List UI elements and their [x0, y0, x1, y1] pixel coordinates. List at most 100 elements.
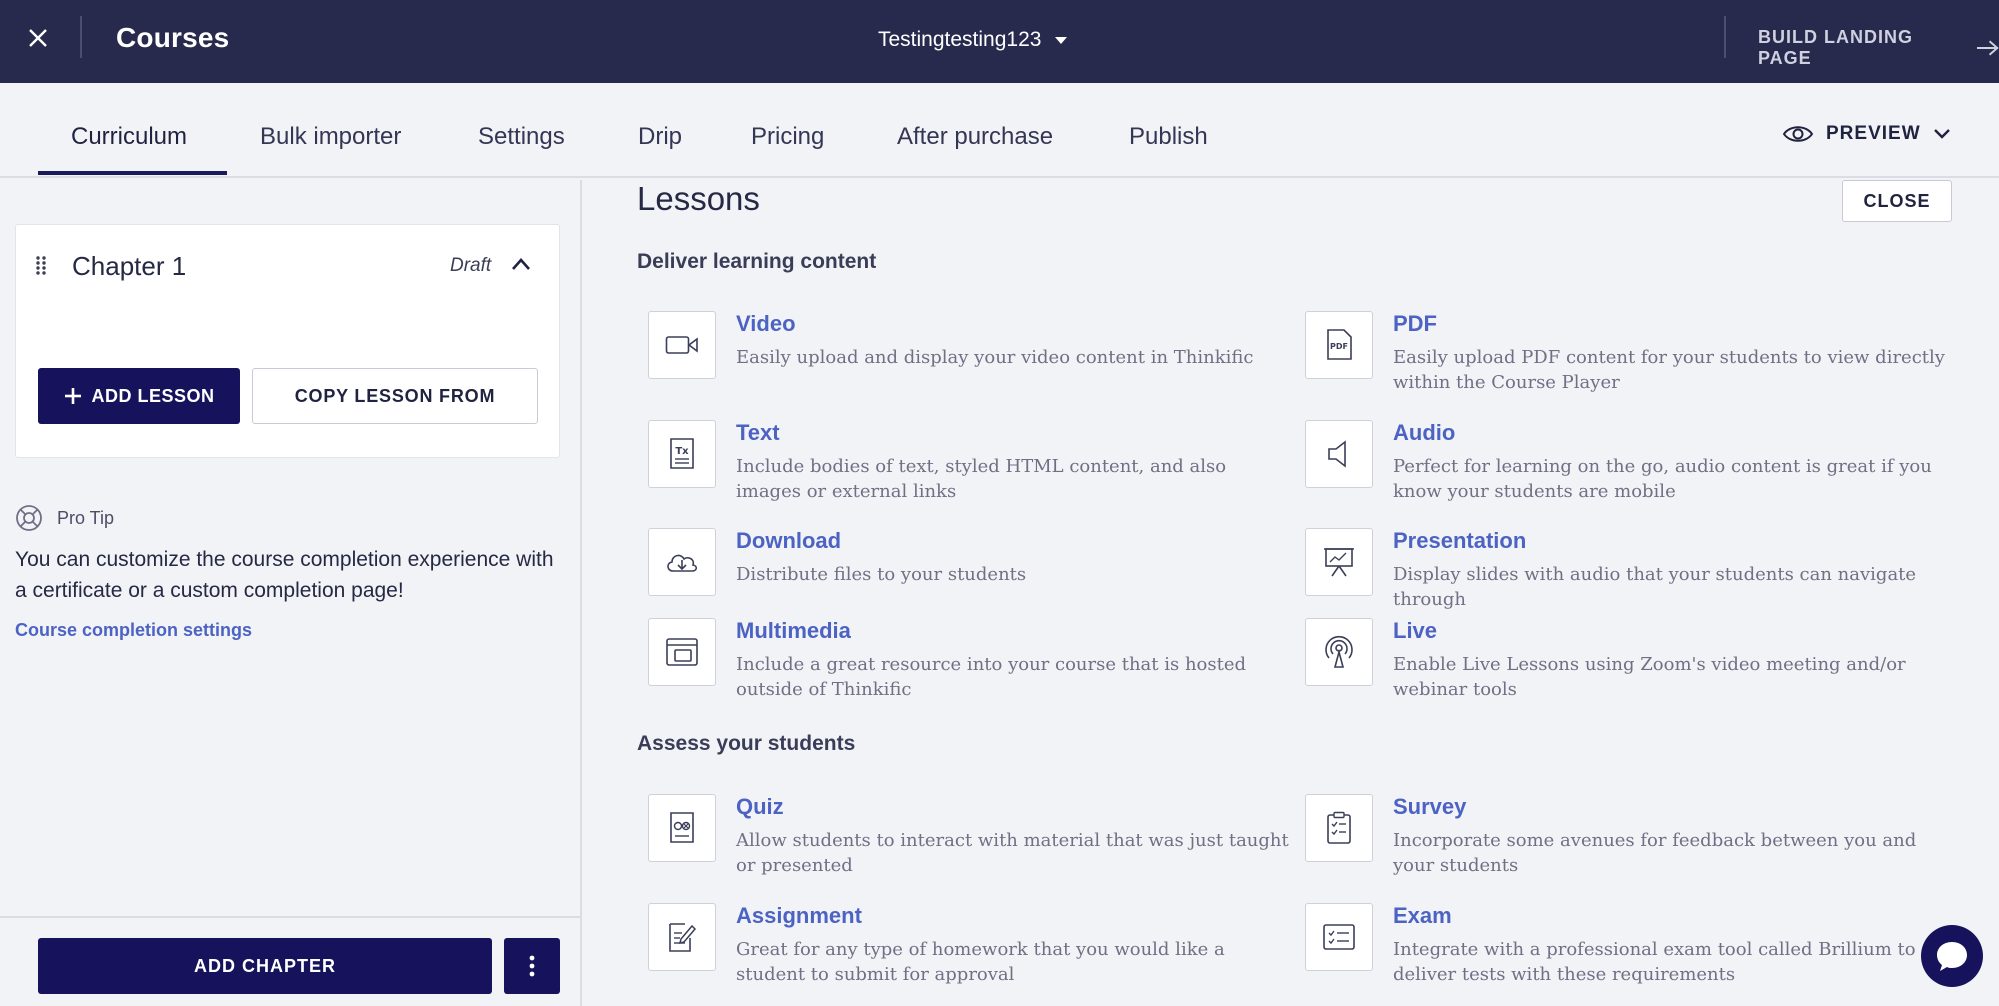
divider — [1724, 16, 1726, 58]
lesson-type-desc: Easily upload and display your video con… — [736, 347, 1254, 368]
add-chapter-button[interactable]: ADD CHAPTER — [38, 938, 492, 994]
presentation-icon — [1324, 548, 1354, 577]
lesson-type-title: Download — [736, 528, 842, 553]
left-footer: ADD CHAPTER — [0, 916, 580, 1006]
svg-text:PDF: PDF — [1330, 342, 1348, 351]
download-icon-box — [648, 528, 716, 596]
live-broadcast-icon — [1325, 635, 1353, 668]
caret-down-icon — [1055, 36, 1068, 44]
multimedia-icon — [666, 638, 698, 666]
lesson-type-exam[interactable]: Exam Integrate with a professional exam … — [1305, 903, 1945, 993]
lesson-type-title: Exam — [1393, 903, 1452, 928]
video-icon-box — [648, 311, 716, 379]
drag-handle-icon[interactable] — [34, 255, 48, 275]
build-landing-page-button[interactable]: BUILD LANDING PAGE — [1758, 27, 1999, 69]
video-icon — [665, 336, 698, 354]
tab-curriculum[interactable]: Curriculum — [71, 123, 187, 151]
tab-settings[interactable]: Settings — [478, 123, 565, 151]
lesson-type-presentation[interactable]: Presentation Display slides with audio t… — [1305, 528, 1945, 618]
pro-tip-text: You can customize the course completion … — [15, 548, 554, 602]
lesson-type-title: PDF — [1393, 311, 1437, 336]
lesson-type-download[interactable]: Download Distribute files to your studen… — [648, 528, 1288, 618]
tab-bar: Curriculum Bulk importer Settings Drip P… — [0, 83, 1999, 178]
deliver-heading: Deliver learning content — [637, 250, 877, 273]
lesson-type-desc: Allow students to interact with material… — [736, 830, 1289, 876]
top-bar: Courses Testingtesting123 BUILD LANDING … — [0, 0, 1999, 83]
lesson-type-pdf[interactable]: PDF PDF Easily upload PDF content for yo… — [1305, 311, 1945, 401]
multimedia-icon-box — [648, 618, 716, 686]
chat-button[interactable] — [1921, 925, 1983, 987]
copy-lesson-button[interactable]: COPY LESSON FROM — [252, 368, 538, 424]
close-button[interactable]: CLOSE — [1842, 180, 1952, 222]
cloud-download-icon — [667, 554, 698, 572]
course-selector[interactable]: Testingtesting123 — [878, 28, 1068, 52]
arrow-right-icon — [1976, 40, 1999, 56]
more-options-button[interactable] — [504, 938, 560, 994]
lesson-type-desc: Integrate with a professional exam tool … — [1393, 939, 1916, 985]
pdf-icon: PDF — [1327, 329, 1352, 360]
preview-button[interactable]: PREVIEW — [1782, 123, 1951, 145]
lesson-type-title: Text — [736, 420, 780, 445]
pro-tip-heading: Pro Tip — [57, 507, 115, 528]
lesson-type-desc: Great for any type of homework that you … — [736, 939, 1225, 985]
lesson-type-desc: Perfect for learning on the go, audio co… — [1393, 456, 1932, 502]
eye-icon — [1782, 126, 1814, 142]
lesson-types-panel: Lessons CLOSE Deliver learning content V… — [584, 180, 1999, 1006]
lesson-type-multimedia[interactable]: Multimedia Include a great resource into… — [648, 618, 1288, 708]
lesson-type-survey[interactable]: Survey Incorporate some avenues for feed… — [1305, 794, 1945, 884]
tab-pricing[interactable]: Pricing — [751, 123, 824, 151]
pro-tip-header: Pro Tip — [15, 504, 114, 532]
audio-icon-box — [1305, 420, 1373, 488]
curriculum-panel: Chapter 1 Draft ADD LESSON COPY LESSON F… — [0, 180, 582, 1006]
chapter-card: Chapter 1 Draft ADD LESSON COPY LESSON F… — [15, 224, 560, 458]
lesson-type-live[interactable]: Live Enable Live Lessons using Zoom's vi… — [1305, 618, 1945, 708]
lesson-type-desc: Include bodies of text, styled HTML cont… — [736, 456, 1227, 502]
active-tab-indicator — [38, 171, 227, 175]
tab-publish[interactable]: Publish — [1129, 123, 1208, 151]
close-icon[interactable] — [24, 24, 52, 52]
assess-heading: Assess your students — [637, 732, 856, 755]
lesson-type-text[interactable]: Tx Text Include bodies of text, styled H… — [648, 420, 1288, 510]
text-icon-box: Tx — [648, 420, 716, 488]
chevron-up-icon[interactable] — [510, 255, 532, 273]
divider — [80, 16, 82, 58]
lesson-type-title: Live — [1393, 618, 1438, 643]
lesson-type-assignment[interactable]: Assignment Great for any type of homewor… — [648, 903, 1288, 993]
tab-after-purchase[interactable]: After purchase — [897, 123, 1053, 151]
preview-label: PREVIEW — [1826, 123, 1921, 144]
course-completion-settings-link[interactable]: Course completion settings — [15, 620, 252, 641]
chapter-title[interactable]: Chapter 1 — [72, 251, 186, 282]
lesson-type-video[interactable]: Video Easily upload and display your vid… — [648, 311, 1288, 401]
lesson-type-desc: Distribute files to your students — [736, 564, 1027, 585]
exam-checklist-icon — [1323, 924, 1355, 950]
live-icon-box — [1305, 618, 1373, 686]
course-name: Testingtesting123 — [878, 28, 1042, 51]
svg-text:Tx: Tx — [675, 446, 689, 457]
lessons-title: Lessons — [637, 180, 760, 217]
build-landing-page-label: BUILD LANDING PAGE — [1758, 27, 1913, 68]
kebab-menu-icon — [529, 955, 535, 977]
edit-document-icon — [669, 923, 697, 952]
lesson-type-desc: Easily upload PDF content for your stude… — [1393, 347, 1945, 393]
tab-drip[interactable]: Drip — [638, 123, 682, 151]
page-title: Courses — [116, 22, 230, 53]
lesson-type-title: Presentation — [1393, 528, 1527, 553]
survey-icon-box — [1305, 794, 1373, 862]
quiz-icon-box — [648, 794, 716, 862]
presentation-icon-box — [1305, 528, 1373, 596]
plus-icon — [65, 388, 82, 404]
add-lesson-label: ADD LESSON — [91, 385, 215, 406]
lesson-type-audio[interactable]: Audio Perfect for learning on the go, au… — [1305, 420, 1945, 510]
lesson-type-desc: Incorporate some avenues for feedback be… — [1393, 830, 1917, 876]
lesson-type-desc: Include a great resource into your cours… — [736, 654, 1247, 700]
quiz-icon — [670, 812, 694, 843]
lesson-type-quiz[interactable]: Quiz Allow students to interact with mat… — [648, 794, 1289, 884]
speaker-icon — [1328, 440, 1346, 468]
lesson-type-title: Survey — [1393, 794, 1467, 819]
lesson-type-desc: Enable Live Lessons using Zoom's video m… — [1393, 654, 1906, 700]
chevron-down-icon — [1933, 129, 1950, 139]
add-lesson-button[interactable]: ADD LESSON — [38, 368, 240, 424]
tab-bulk-importer[interactable]: Bulk importer — [260, 123, 401, 151]
lesson-type-title: Video — [736, 311, 796, 336]
status-badge: Draft — [450, 255, 492, 276]
